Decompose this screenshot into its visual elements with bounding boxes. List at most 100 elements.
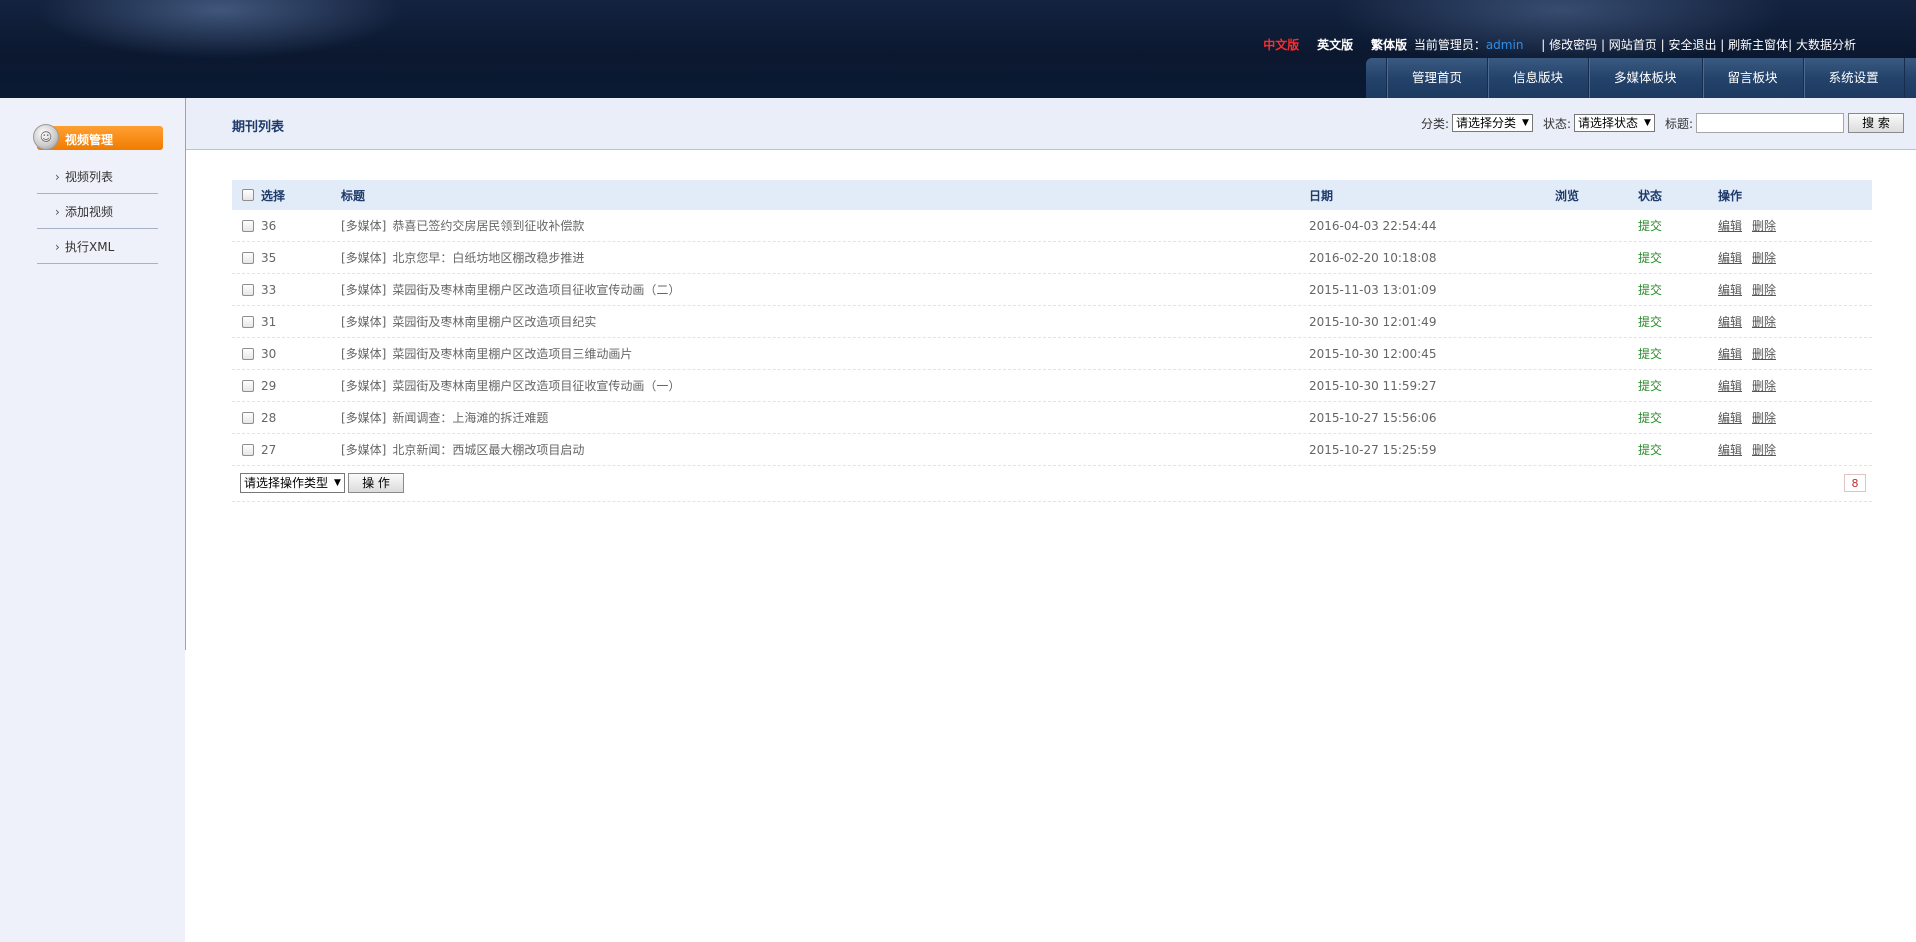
dropdown-caret-icon: ▼ [1522, 118, 1529, 128]
row-date: 2015-10-30 12:01:49 [1309, 314, 1437, 329]
nav-multimedia-section[interactable]: 多媒体板块 [1588, 58, 1702, 98]
row-checkbox[interactable] [242, 443, 254, 456]
delete-link[interactable]: 删除 [1752, 409, 1776, 426]
row-category: [多媒体] [341, 219, 387, 233]
row-actions: 编辑 删除 [1718, 306, 1786, 337]
row-title: 菜园街及枣林南里棚户区改造项目征收宣传动画（二） [392, 283, 681, 297]
sidebar-item-run-xml[interactable]: › 执行XML [37, 230, 158, 264]
row-title-cell: [多媒体] 菜园街及枣林南里棚户区改造项目征收宣传动画（一） [341, 370, 680, 401]
row-checkbox[interactable] [242, 315, 254, 328]
row-checkbox[interactable] [242, 283, 254, 296]
delete-link[interactable]: 删除 [1752, 217, 1776, 234]
delete-link[interactable]: 删除 [1752, 377, 1776, 394]
header-action-links[interactable]: | 修改密码 | 网站首页 | 安全退出 | 刷新主窗体| 大数据分析 [1541, 38, 1856, 52]
chevron-right-icon: › [55, 170, 60, 184]
edit-link[interactable]: 编辑 [1718, 377, 1742, 394]
search-button[interactable]: 搜 索 [1848, 113, 1904, 133]
nav-message-section[interactable]: 留言板块 [1701, 58, 1803, 98]
edit-link[interactable]: 编辑 [1718, 217, 1742, 234]
table-row: 33 [多媒体] 菜园街及枣林南里棚户区改造项目征收宣传动画（二） 2015-11-0… [232, 274, 1872, 306]
journal-table: 选择 标题 日期 浏览 状态 操作 36 [多媒体] 恭喜已签约交房居民领到征收补偿… [232, 180, 1872, 502]
delete-link[interactable]: 删除 [1752, 281, 1776, 298]
status-select[interactable]: 请选择状态 ▼ [1574, 114, 1655, 132]
category-select[interactable]: 请选择分类 ▼ [1452, 114, 1533, 132]
row-checkbox[interactable] [242, 411, 254, 424]
header-title: 标题 [341, 188, 366, 203]
row-select-cell: 28 [242, 402, 276, 433]
lang-traditional-link[interactable]: 繁体版 [1371, 38, 1407, 52]
row-id: 35 [261, 250, 277, 265]
delete-link[interactable]: 删除 [1752, 313, 1776, 330]
status-filter-label: 状态: [1542, 116, 1572, 131]
row-title-cell: [多媒体] 新闻调查：上海滩的拆迁难题 [341, 402, 548, 433]
table-row: 30 [多媒体] 菜园街及枣林南里棚户区改造项目三维动画片 2015-10-30 12… [232, 338, 1872, 370]
row-title-cell: [多媒体] 菜园街及枣林南里棚户区改造项目纪实 [341, 306, 596, 337]
delete-link[interactable]: 删除 [1752, 249, 1776, 266]
row-status[interactable]: 提交 [1638, 306, 1662, 337]
edit-link[interactable]: 编辑 [1718, 313, 1742, 330]
lang-english-link[interactable]: 英文版 [1317, 38, 1353, 52]
table-header-row: 选择 标题 日期 浏览 状态 操作 [232, 180, 1872, 210]
filter-bar: 分类: 请选择分类 ▼ 状态: 请选择状态 ▼ 标题: 搜 索 [1421, 113, 1904, 133]
table-row: 28 [多媒体] 新闻调查：上海滩的拆迁难题 2015-10-27 15:56:06 提… [232, 402, 1872, 434]
row-status[interactable]: 提交 [1638, 402, 1662, 433]
row-status[interactable]: 提交 [1638, 242, 1662, 273]
row-category: [多媒体] [341, 315, 387, 329]
bulk-action-select[interactable]: 请选择操作类型 ▼ [240, 473, 345, 493]
row-id: 27 [261, 442, 277, 457]
row-status[interactable]: 提交 [1638, 338, 1662, 369]
row-title-cell: [多媒体] 恭喜已签约交房居民领到征收补偿款 [341, 210, 584, 241]
page-title: 期刊列表 [232, 120, 285, 135]
row-title: 菜园街及枣林南里棚户区改造项目纪实 [392, 315, 597, 329]
nav-system-settings[interactable]: 系统设置 [1802, 58, 1904, 98]
sidebar-section-header[interactable]: ☺ 视频管理 [33, 124, 163, 150]
row-id: 28 [261, 410, 277, 425]
delete-link[interactable]: 删除 [1752, 345, 1776, 362]
nav-admin-home[interactable]: 管理首页 [1386, 58, 1487, 98]
row-checkbox[interactable] [242, 347, 254, 360]
lang-chinese-link[interactable]: 中文版 [1263, 38, 1299, 52]
row-actions: 编辑 删除 [1718, 338, 1786, 369]
row-select-cell: 36 [242, 210, 276, 241]
row-category: [多媒体] [341, 379, 387, 393]
edit-link[interactable]: 编辑 [1718, 249, 1742, 266]
edit-link[interactable]: 编辑 [1718, 281, 1742, 298]
user-globe-icon: ☺ [33, 124, 59, 150]
bulk-action-button[interactable]: 操 作 [348, 473, 404, 493]
table-footer-row: 请选择操作类型 ▼ 操 作 8 [232, 466, 1872, 502]
sidebar-item-video-list[interactable]: › 视频列表 [37, 160, 158, 194]
row-status[interactable]: 提交 [1638, 274, 1662, 305]
table-row: 31 [多媒体] 菜园街及枣林南里棚户区改造项目纪实 2015-10-30 12:01… [232, 306, 1872, 338]
row-select-cell: 31 [242, 306, 276, 337]
bulk-action-select-value: 请选择操作类型 [244, 476, 329, 490]
edit-link[interactable]: 编辑 [1718, 345, 1742, 362]
title-search-input[interactable] [1696, 113, 1844, 133]
table-body: 36 [多媒体] 恭喜已签约交房居民领到征收补偿款 2016-04-03 22:54:… [232, 210, 1872, 466]
dropdown-caret-icon: ▼ [1644, 118, 1651, 128]
row-actions: 编辑 删除 [1718, 274, 1786, 305]
row-checkbox[interactable] [242, 251, 254, 264]
row-category: [多媒体] [341, 283, 387, 297]
row-category: [多媒体] [341, 411, 387, 425]
row-checkbox[interactable] [242, 379, 254, 392]
sidebar-item-add-video[interactable]: › 添加视频 [37, 195, 158, 229]
admin-label: 当前管理员： [1413, 38, 1486, 52]
row-date: 2016-04-03 22:54:44 [1309, 218, 1437, 233]
row-date: 2015-11-03 13:01:09 [1309, 282, 1437, 297]
row-id: 29 [261, 378, 277, 393]
nav-info-section[interactable]: 信息版块 [1487, 58, 1588, 98]
row-status[interactable]: 提交 [1638, 434, 1662, 465]
header-status: 状态 [1638, 188, 1663, 203]
row-title: 恭喜已签约交房居民领到征收补偿款 [392, 219, 585, 233]
header-date: 日期 [1309, 188, 1334, 203]
row-status[interactable]: 提交 [1638, 210, 1662, 241]
header-views: 浏览 [1555, 188, 1580, 203]
row-status[interactable]: 提交 [1638, 370, 1662, 401]
table-row: 35 [多媒体] 北京您早：白纸坊地区棚改稳步推进 2016-02-20 10:18:… [232, 242, 1872, 274]
sidebar-item-label: 执行XML [65, 240, 115, 254]
row-checkbox[interactable] [242, 219, 254, 232]
edit-link[interactable]: 编辑 [1718, 409, 1742, 426]
edit-link[interactable]: 编辑 [1718, 441, 1742, 458]
select-all-checkbox[interactable] [242, 189, 254, 201]
delete-link[interactable]: 删除 [1752, 441, 1776, 458]
